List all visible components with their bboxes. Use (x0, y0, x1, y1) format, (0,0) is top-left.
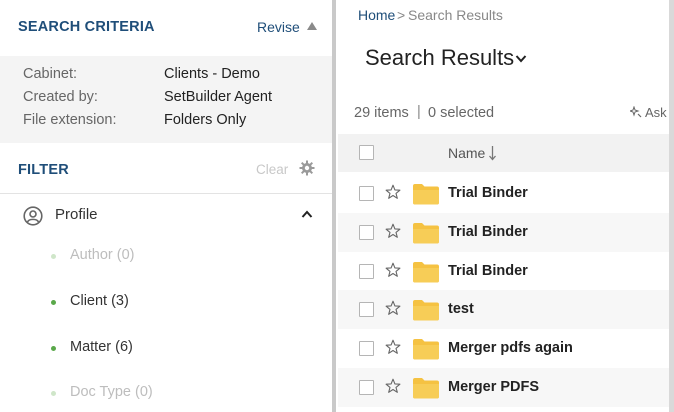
row-checkbox[interactable] (359, 380, 374, 395)
table-row[interactable]: Merger pdfs again (338, 329, 674, 368)
criteria-label: Cabinet: (23, 66, 78, 82)
chevron-down-icon[interactable] (515, 54, 527, 63)
table-header: Name (338, 134, 674, 172)
row-name: Merger pdfs again (448, 340, 573, 357)
table-row[interactable]: test (338, 290, 674, 330)
row-checkbox[interactable] (359, 186, 374, 201)
table-row[interactable]: Merger PDFS (338, 368, 674, 407)
gear-icon[interactable] (299, 160, 315, 176)
criteria-label: File extension: (23, 112, 117, 128)
row-name: Trial Binder (448, 223, 528, 240)
revise-link[interactable]: Revise (257, 19, 300, 35)
select-all-checkbox[interactable] (359, 145, 374, 160)
profile-group-label[interactable]: Profile (55, 206, 98, 223)
facet-label: Matter (6) (70, 339, 133, 355)
filter-divider (0, 193, 334, 194)
sparkle-icon[interactable] (630, 106, 642, 118)
star-icon[interactable] (385, 184, 401, 200)
row-name: Trial Binder (448, 262, 528, 279)
row-name: Trial Binder (448, 185, 528, 201)
clear-filter-button[interactable]: Clear (256, 162, 288, 177)
count-separator: | (417, 104, 421, 120)
breadcrumb-home-link[interactable]: Home (358, 7, 395, 23)
folder-icon (413, 261, 439, 283)
star-icon[interactable] (385, 223, 401, 239)
criteria-value: Folders Only (164, 112, 247, 128)
facet-label: Doc Type (0) (70, 384, 153, 400)
sort-descending-icon[interactable] (488, 145, 497, 161)
triangle-up-icon[interactable] (306, 20, 318, 32)
user-circle-icon (23, 206, 43, 226)
criteria-value: SetBuilder Agent (164, 89, 273, 105)
star-icon[interactable] (385, 378, 401, 394)
row-checkbox[interactable] (359, 302, 374, 318)
folder-icon (413, 339, 439, 360)
table-row[interactable]: Trial Binder (338, 212, 674, 252)
table-row[interactable]: Trial Binder (338, 252, 674, 291)
search-results-panel: Home > Search Results Search Results 29 … (338, 0, 674, 412)
facet-dot (51, 391, 56, 396)
facet-label: Client (3) (70, 293, 129, 309)
row-name: Merger PDFS (448, 379, 540, 395)
selected-count: 0 selected (428, 105, 495, 121)
row-checkbox[interactable] (359, 341, 374, 357)
left-panel-scrollbar[interactable] (332, 0, 336, 412)
folder-icon (413, 378, 439, 399)
folder-icon (413, 300, 439, 321)
row-checkbox[interactable] (359, 263, 374, 279)
ask-button[interactable]: Ask (645, 105, 667, 120)
folder-icon (413, 184, 439, 205)
star-icon[interactable] (385, 262, 401, 278)
facet-dot (51, 254, 56, 259)
search-criteria-panel: SEARCH CRITERIA Revise Cabinet: Clients … (0, 0, 334, 412)
search-criteria-heading: SEARCH CRITERIA (18, 19, 155, 35)
row-name: test (448, 301, 474, 318)
column-header-name[interactable]: Name (448, 145, 485, 161)
facet-label: Author (0) (70, 247, 135, 263)
page-title: Search Results (365, 45, 515, 70)
criteria-summary: Cabinet: Clients - Demo Created by: SetB… (0, 56, 334, 143)
row-checkbox[interactable] (359, 224, 374, 240)
breadcrumb-current: Search Results (408, 7, 503, 23)
star-icon[interactable] (385, 300, 401, 316)
facet-dot (51, 300, 56, 305)
breadcrumb-separator: > (397, 7, 406, 23)
criteria-value: Clients - Demo (164, 66, 260, 82)
table-row[interactable]: Trial Binder (338, 174, 674, 213)
right-window-edge (669, 0, 674, 412)
facet-dot (51, 346, 56, 351)
item-count: 29 items (354, 105, 409, 121)
folder-icon (413, 222, 439, 244)
star-icon[interactable] (385, 339, 401, 355)
filter-heading: FILTER (18, 162, 69, 178)
chevron-up-icon[interactable] (301, 209, 313, 219)
criteria-label: Created by: (23, 89, 98, 105)
